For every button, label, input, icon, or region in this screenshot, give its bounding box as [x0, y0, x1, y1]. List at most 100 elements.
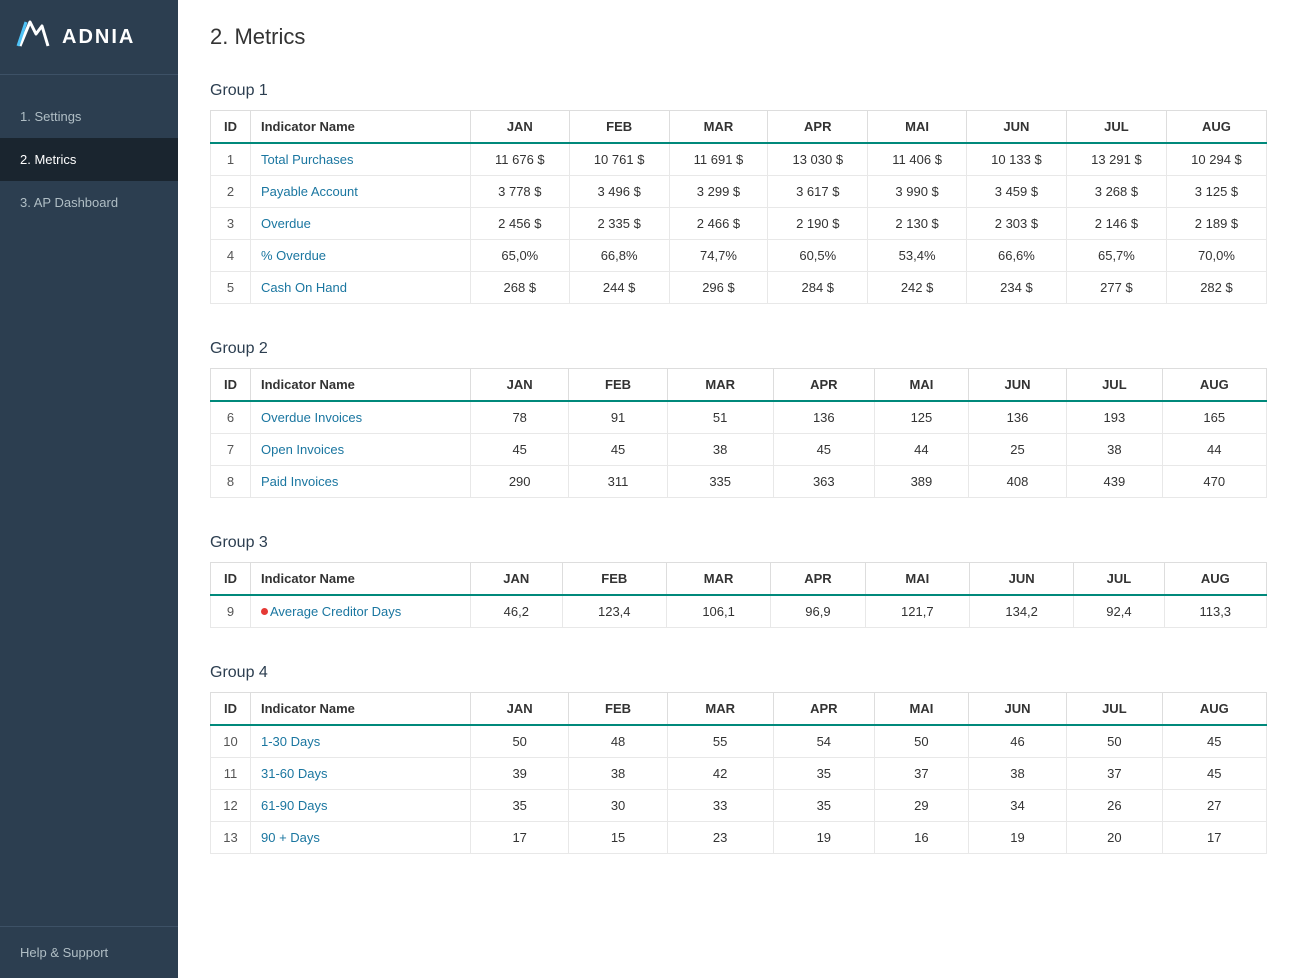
group-title-group1: Group 1: [210, 82, 1267, 100]
cell-value: 23: [667, 822, 773, 854]
cell-value: 244 $: [569, 272, 669, 304]
cell-value: 10 761 $: [569, 143, 669, 176]
cell-value: 2 456 $: [471, 208, 570, 240]
row-id: 2: [211, 176, 251, 208]
cell-value: 37: [875, 758, 969, 790]
cell-value: 296 $: [669, 272, 768, 304]
col-header-indicator-name: Indicator Name: [251, 369, 471, 402]
cell-value: 91: [569, 401, 667, 434]
sidebar-item-metrics[interactable]: 2. Metrics: [0, 138, 178, 181]
logo-area: ADNIA: [0, 0, 178, 75]
col-header-jun: JUN: [969, 563, 1073, 596]
cell-value: 3 268 $: [1066, 176, 1166, 208]
row-id: 1: [211, 143, 251, 176]
cell-value: 46: [968, 725, 1066, 758]
cell-value: 17: [1162, 822, 1266, 854]
col-header-apr: APR: [773, 693, 874, 726]
cell-value: 44: [875, 434, 969, 466]
cell-value: 66,6%: [966, 240, 1066, 272]
col-header-mar: MAR: [667, 369, 773, 402]
col-header-feb: FEB: [569, 693, 667, 726]
col-header-id: ID: [211, 111, 251, 144]
col-header-jan: JAN: [471, 563, 563, 596]
cell-value: 290: [471, 466, 569, 498]
cell-value: 35: [471, 790, 569, 822]
indicator-name: Average Creditor Days: [251, 595, 471, 628]
cell-value: 54: [773, 725, 874, 758]
cell-value: 439: [1067, 466, 1162, 498]
col-header-jan: JAN: [471, 369, 569, 402]
cell-value: 65,7%: [1066, 240, 1166, 272]
cell-value: 29: [875, 790, 969, 822]
group-section-group3: Group 3IDIndicator NameJANFEBMARAPRMAIJU…: [210, 534, 1267, 628]
cell-value: 34: [968, 790, 1066, 822]
cell-value: 19: [773, 822, 874, 854]
cell-value: 92,4: [1074, 595, 1164, 628]
col-header-indicator-name: Indicator Name: [251, 111, 471, 144]
cell-value: 2 130 $: [868, 208, 967, 240]
cell-value: 33: [667, 790, 773, 822]
row-id: 5: [211, 272, 251, 304]
cell-value: 3 778 $: [471, 176, 570, 208]
cell-value: 11 676 $: [471, 143, 570, 176]
cell-value: 38: [569, 758, 667, 790]
cell-value: 125: [875, 401, 969, 434]
cell-value: 53,4%: [868, 240, 967, 272]
cell-value: 363: [773, 466, 874, 498]
col-header-jun: JUN: [968, 693, 1066, 726]
col-header-apr: APR: [771, 563, 865, 596]
cell-value: 45: [569, 434, 667, 466]
cell-value: 193: [1067, 401, 1162, 434]
table-row: 4% Overdue65,0%66,8%74,7%60,5%53,4%66,6%…: [211, 240, 1267, 272]
row-id: 9: [211, 595, 251, 628]
group-title-group2: Group 2: [210, 340, 1267, 358]
sidebar-help-support[interactable]: Help & Support: [0, 926, 178, 978]
col-header-aug: AUG: [1164, 563, 1266, 596]
row-id: 10: [211, 725, 251, 758]
table-row: 5Cash On Hand268 $244 $296 $284 $242 $23…: [211, 272, 1267, 304]
cell-value: 48: [569, 725, 667, 758]
cell-value: 284 $: [768, 272, 868, 304]
table-row: 3Overdue2 456 $2 335 $2 466 $2 190 $2 13…: [211, 208, 1267, 240]
cell-value: 165: [1162, 401, 1266, 434]
cell-value: 17: [471, 822, 569, 854]
cell-value: 3 125 $: [1166, 176, 1266, 208]
col-header-jul: JUL: [1074, 563, 1164, 596]
cell-value: 38: [667, 434, 773, 466]
cell-value: 27: [1162, 790, 1266, 822]
cell-value: 134,2: [969, 595, 1073, 628]
cell-value: 3 459 $: [966, 176, 1066, 208]
sidebar-item-settings[interactable]: 1. Settings: [0, 95, 178, 138]
cell-value: 242 $: [868, 272, 967, 304]
sidebar-item-ap-dashboard[interactable]: 3. AP Dashboard: [0, 181, 178, 224]
row-id: 4: [211, 240, 251, 272]
indicator-name: Overdue: [251, 208, 471, 240]
table-row: 7Open Invoices4545384544253844: [211, 434, 1267, 466]
cell-value: 19: [968, 822, 1066, 854]
cell-value: 268 $: [471, 272, 570, 304]
page-title: 2. Metrics: [210, 24, 1267, 50]
cell-value: 35: [773, 790, 874, 822]
cell-value: 70,0%: [1166, 240, 1266, 272]
cell-value: 96,9: [771, 595, 865, 628]
cell-value: 78: [471, 401, 569, 434]
col-header-mai: MAI: [875, 693, 969, 726]
cell-value: 136: [968, 401, 1066, 434]
cell-value: 30: [569, 790, 667, 822]
cell-value: 277 $: [1066, 272, 1166, 304]
groups-container: Group 1IDIndicator NameJANFEBMARAPRMAIJU…: [210, 82, 1267, 854]
indicator-name: Open Invoices: [251, 434, 471, 466]
cell-value: 37: [1067, 758, 1162, 790]
indicator-name: 90 + Days: [251, 822, 471, 854]
cell-value: 10 133 $: [966, 143, 1066, 176]
metrics-table-group1: IDIndicator NameJANFEBMARAPRMAIJUNJULAUG…: [210, 110, 1267, 304]
indicator-name: % Overdue: [251, 240, 471, 272]
col-header-aug: AUG: [1162, 369, 1266, 402]
row-id: 13: [211, 822, 251, 854]
cell-value: 3 496 $: [569, 176, 669, 208]
col-header-mar: MAR: [666, 563, 770, 596]
table-row: 9Average Creditor Days46,2123,4106,196,9…: [211, 595, 1267, 628]
cell-value: 2 303 $: [966, 208, 1066, 240]
group-section-group2: Group 2IDIndicator NameJANFEBMARAPRMAIJU…: [210, 340, 1267, 498]
table-row: 6Overdue Invoices789151136125136193165: [211, 401, 1267, 434]
